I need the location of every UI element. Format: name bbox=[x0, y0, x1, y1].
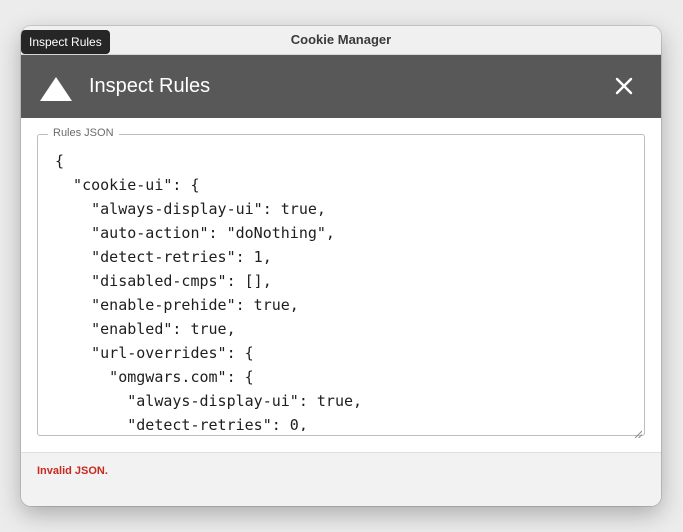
window-title: Cookie Manager bbox=[290, 32, 392, 47]
rules-json-textarea[interactable]: { "cookie-ui": { "always-display-ui": tr… bbox=[55, 149, 634, 431]
rules-json-legend: Rules JSON bbox=[48, 127, 119, 139]
dialog-content: Rules JSON { "cookie-ui": { "always-disp… bbox=[21, 118, 661, 452]
warning-triangle-icon bbox=[40, 77, 72, 106]
dialog-title: Inspect Rules bbox=[89, 75, 211, 97]
tooltip: Inspect Rules bbox=[21, 30, 110, 54]
app-window: Cookie Manager Inspect Rules Inspect Rul… bbox=[21, 26, 661, 506]
resize-handle-icon[interactable] bbox=[634, 425, 643, 439]
close-icon[interactable] bbox=[613, 75, 635, 97]
rules-json-fieldset: Rules JSON { "cookie-ui": { "always-disp… bbox=[37, 127, 645, 439]
dialog-header: Inspect Rules bbox=[21, 55, 661, 118]
status-footer: Invalid JSON. bbox=[21, 452, 661, 506]
title-bar: Cookie Manager bbox=[21, 26, 661, 55]
error-message: Invalid JSON. bbox=[37, 465, 108, 477]
